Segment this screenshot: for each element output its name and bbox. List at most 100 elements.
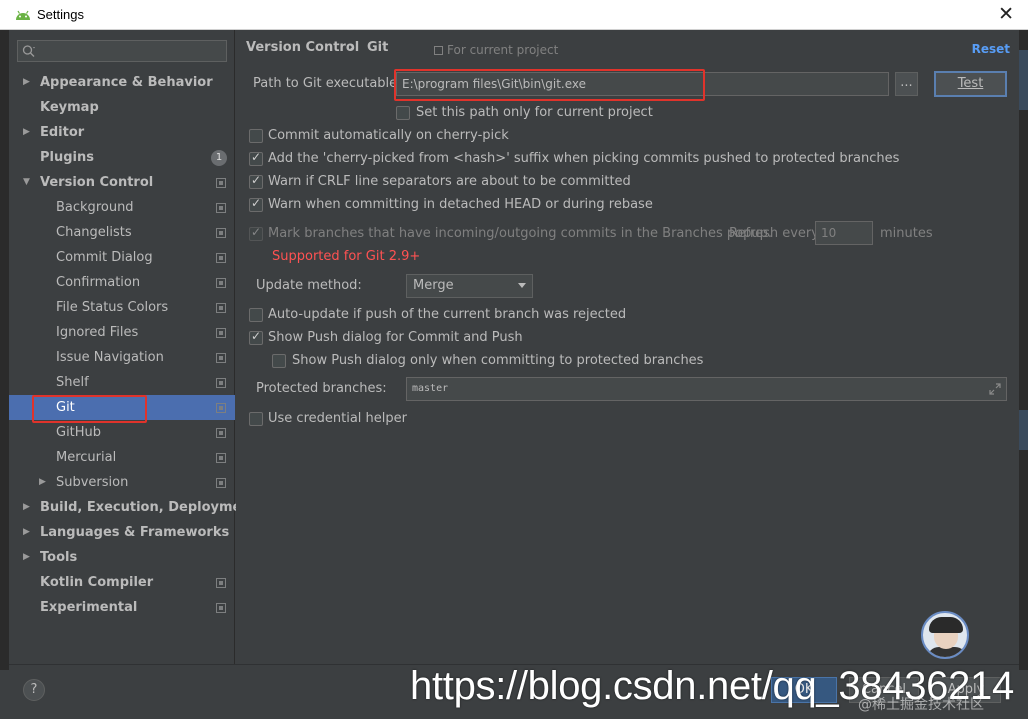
avatar (921, 611, 969, 659)
background-ide-right (1019, 30, 1028, 670)
breadcrumb-parent[interactable]: Version Control (246, 40, 359, 55)
project-scope-icon (216, 478, 226, 488)
show-push-protected-label: Show Push dialog only when committing to… (292, 353, 704, 368)
add-cherry-suffix-label: Add the 'cherry-picked from <hash>' suff… (268, 151, 900, 166)
protected-branches-label: Protected branches: (256, 381, 387, 396)
mark-branches-label: Mark branches that have incoming/outgoin… (268, 226, 773, 241)
sidebar-item-label: Mercurial (56, 450, 117, 465)
auto-update-label: Auto-update if push of the current branc… (268, 307, 627, 322)
set-path-current-label: Set this path only for current project (416, 105, 653, 120)
set-path-current-checkbox[interactable] (396, 106, 410, 120)
ok-button[interactable]: OK (771, 677, 837, 703)
plugins-update-badge: 1 (211, 150, 227, 166)
sidebar-item-languages-frameworks[interactable]: ▶ Languages & Frameworks (9, 520, 235, 545)
chevron-right-icon: ▶ (23, 127, 30, 137)
sidebar-item-changelists[interactable]: Changelists (9, 220, 235, 245)
sidebar-item-keymap[interactable]: Keymap (9, 95, 235, 120)
show-push-dialog-checkbox[interactable] (249, 329, 263, 345)
sidebar-item-label: Experimental (40, 600, 138, 615)
sidebar-item-label: Changelists (56, 225, 132, 240)
cancel-button[interactable]: Cancel (849, 677, 919, 703)
project-scope-icon (216, 228, 226, 238)
dialog-button-bar: ? OK Cancel Apply (9, 664, 1019, 719)
warn-crlf-label: Warn if CRLF line separators are about t… (268, 174, 631, 189)
sidebar-item-file-status-colors[interactable]: File Status Colors (9, 295, 235, 320)
sidebar-item-label: GitHub (56, 425, 102, 440)
sidebar-item-plugins[interactable]: Plugins 1 (9, 145, 235, 170)
project-scope-icon (216, 453, 226, 463)
help-button[interactable]: ? (23, 679, 45, 701)
sidebar-item-experimental[interactable]: Experimental (9, 595, 235, 620)
project-scope-icon (216, 378, 226, 388)
project-scope-icon (216, 428, 226, 438)
supported-version-note: Supported for Git 2.9+ (272, 249, 421, 264)
project-scope-icon (216, 178, 226, 188)
sidebar-item-label: Tools (40, 550, 78, 565)
sidebar-item-github[interactable]: GitHub (9, 420, 235, 445)
sidebar-item-label: Version Control (40, 175, 154, 190)
expand-icon[interactable] (988, 382, 1002, 396)
sidebar-item-label: Git (56, 400, 75, 415)
sidebar-item-subversion[interactable]: ▶ Subversion (9, 470, 235, 495)
commit-auto-cherry-checkbox[interactable] (249, 129, 263, 143)
sidebar-item-label: Ignored Files (56, 325, 139, 340)
project-scope-icon (216, 578, 226, 588)
breadcrumb-separator: › (349, 40, 355, 55)
sidebar-item-appearance-behavior[interactable]: ▶ Appearance & Behavior (9, 70, 235, 95)
android-icon (16, 10, 30, 20)
sidebar-item-editor[interactable]: ▶ Editor (9, 120, 235, 145)
sidebar-item-label: Editor (40, 125, 85, 140)
browse-button[interactable]: ... (895, 72, 918, 96)
chevron-right-icon: ▶ (23, 552, 30, 562)
settings-search-input[interactable] (17, 40, 227, 62)
breadcrumb-current: Git (367, 40, 389, 55)
sidebar-item-confirmation[interactable]: Confirmation (9, 270, 235, 295)
sidebar-item-tools[interactable]: ▶ Tools (9, 545, 235, 570)
project-scope-icon (216, 253, 226, 263)
sidebar-item-version-control[interactable]: ▼ Version Control (9, 170, 235, 195)
project-scope-icon (216, 353, 226, 363)
git-path-input[interactable]: E:\program files\Git\bin\git.exe (396, 72, 889, 96)
credential-helper-checkbox[interactable] (249, 412, 263, 426)
add-cherry-suffix-checkbox[interactable] (249, 150, 263, 166)
minutes-label: minutes (880, 226, 933, 241)
apply-button[interactable]: Apply (931, 677, 1001, 703)
project-scope-icon (434, 46, 443, 55)
sidebar-item-shelf[interactable]: Shelf (9, 370, 235, 395)
chevron-right-icon: ▶ (23, 502, 30, 512)
mark-branches-checkbox[interactable] (249, 225, 263, 241)
sidebar-item-commit-dialog[interactable]: Commit Dialog (9, 245, 235, 270)
chevron-right-icon: ▶ (23, 77, 30, 87)
refresh-every-label: Refresh every (729, 226, 819, 241)
title-bar: Settings ✕ (0, 0, 1028, 30)
scope-note: For current project (434, 43, 558, 57)
sidebar-item-ignored-files[interactable]: Ignored Files (9, 320, 235, 345)
sidebar-item-label: Plugins (40, 150, 94, 165)
sidebar-item-label: Appearance & Behavior (40, 75, 213, 90)
sidebar-item-build-execution-deployment[interactable]: ▶ Build, Execution, Deployment (9, 495, 257, 520)
update-method-dropdown[interactable]: Merge (406, 274, 533, 298)
sidebar-item-git[interactable]: Git (9, 395, 235, 420)
chevron-right-icon: ▶ (39, 477, 46, 487)
sidebar-item-issue-navigation[interactable]: Issue Navigation (9, 345, 235, 370)
sidebar-item-mercurial[interactable]: Mercurial (9, 445, 235, 470)
chevron-right-icon: ▶ (23, 527, 30, 537)
sidebar-item-background[interactable]: Background (9, 195, 235, 220)
background-ide-left (0, 30, 9, 670)
warn-crlf-checkbox[interactable] (249, 173, 263, 189)
auto-update-checkbox[interactable] (249, 308, 263, 322)
sidebar-item-label: Confirmation (56, 275, 141, 290)
reset-link[interactable]: Reset (972, 42, 1010, 56)
refresh-interval-input[interactable]: 10 (815, 221, 873, 245)
protected-branches-input[interactable]: master (406, 377, 1007, 401)
project-scope-icon (216, 278, 226, 288)
test-button[interactable]: Test (934, 71, 1007, 97)
window-title: Settings (37, 7, 84, 22)
sidebar-item-label: File Status Colors (56, 300, 169, 315)
close-icon[interactable]: ✕ (998, 3, 1014, 25)
sidebar-item-kotlin-compiler[interactable]: Kotlin Compiler (9, 570, 235, 595)
project-scope-icon (216, 603, 226, 613)
chevron-down-icon (518, 283, 526, 288)
warn-detached-checkbox[interactable] (249, 196, 263, 212)
show-push-protected-checkbox[interactable] (272, 354, 286, 368)
